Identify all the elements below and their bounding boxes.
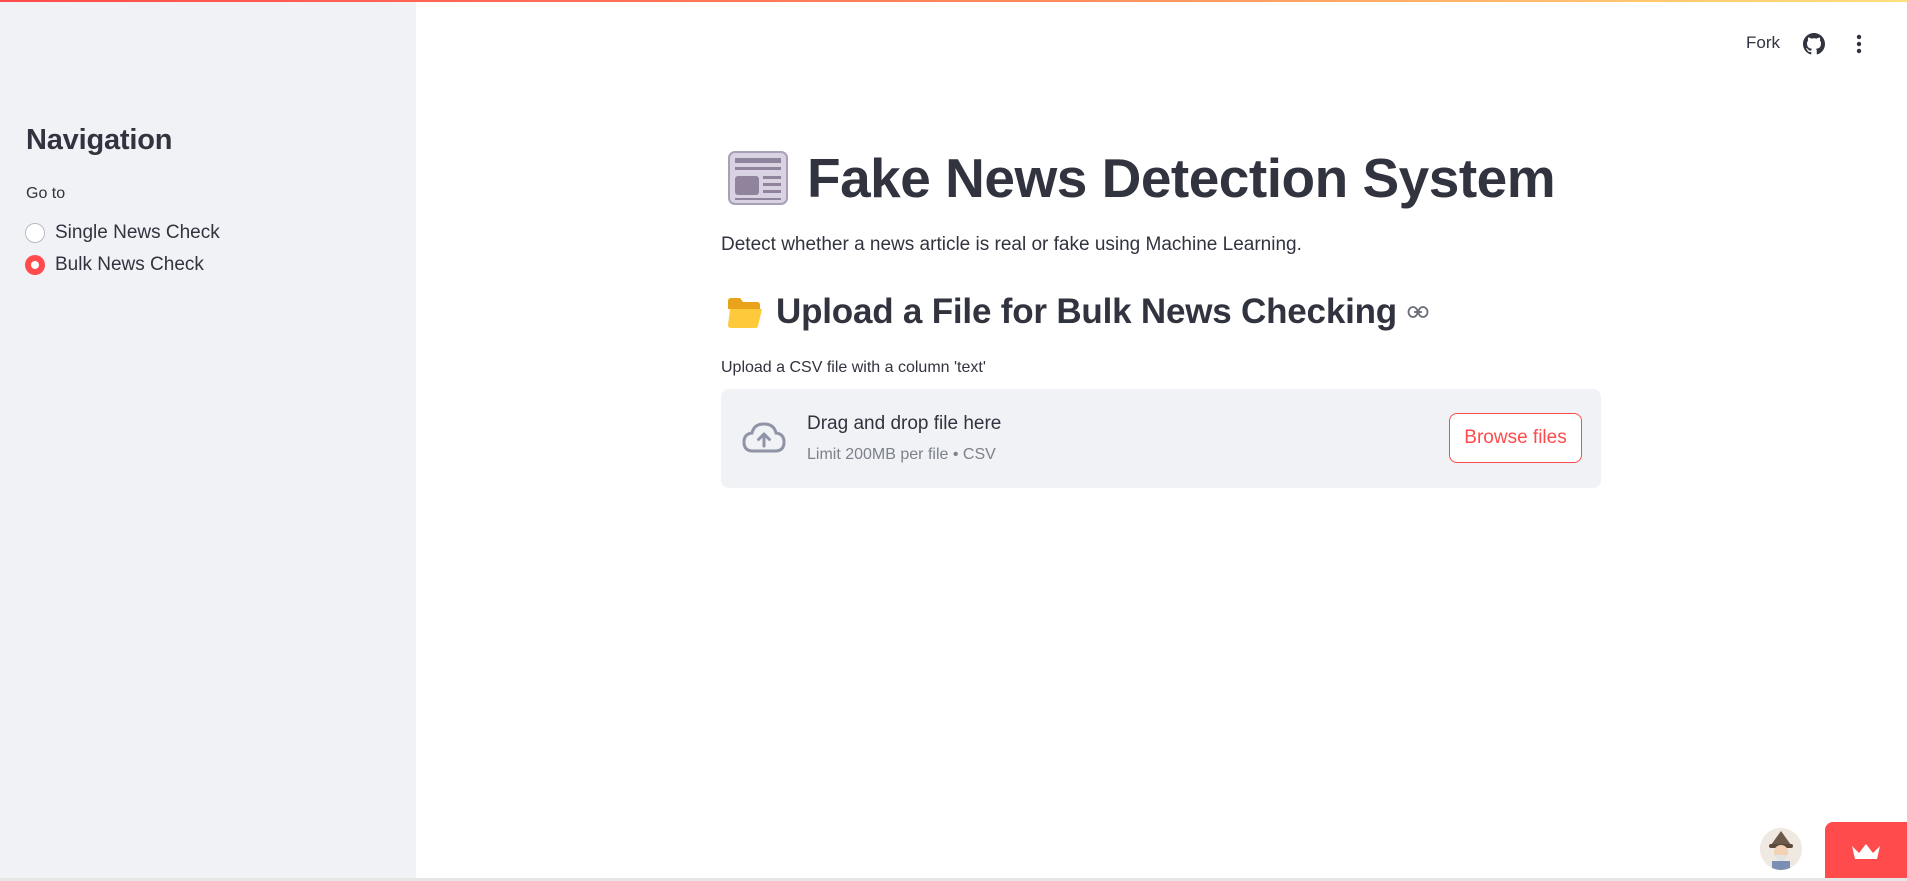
sidebar-title: Navigation	[26, 124, 173, 156]
page-title-row: Fake News Detection System	[727, 146, 1556, 210]
radio-option-label: Single News Check	[55, 222, 220, 243]
page-subtitle: Detect whether a news article is real or…	[721, 234, 1302, 255]
sidebar: Navigation Go to Single News Check Bulk …	[0, 0, 416, 881]
top-accent-bar	[0, 0, 1907, 2]
radio-option-single-news-check[interactable]: Single News Check	[25, 222, 220, 244]
radio-option-bulk-news-check[interactable]: Bulk News Check	[25, 254, 204, 276]
newspaper-icon	[728, 151, 788, 205]
fork-link[interactable]: Fork	[1746, 33, 1780, 53]
radio-button-unchecked[interactable]	[25, 223, 45, 243]
crown-button[interactable]	[1825, 822, 1907, 881]
github-icon[interactable]	[1803, 33, 1825, 55]
wizard-avatar-icon[interactable]	[1760, 828, 1802, 870]
cloud-upload-icon	[742, 422, 786, 453]
page-title: Fake News Detection System	[807, 147, 1556, 209]
file-uploader-label: Upload a CSV file with a column 'text'	[721, 359, 986, 376]
link-icon[interactable]	[1407, 305, 1429, 319]
section-heading-row: Upload a File for Bulk News Checking	[726, 292, 1429, 332]
dropzone-instructions: Drag and drop file here	[807, 413, 1002, 434]
open-folder-icon	[728, 298, 762, 328]
radio-button-checked[interactable]	[25, 255, 45, 275]
kebab-menu-icon[interactable]	[1849, 33, 1869, 55]
section-heading: Upload a File for Bulk News Checking	[776, 292, 1397, 331]
radio-group-label: Go to	[26, 185, 66, 202]
file-dropzone[interactable]: Drag and drop file here Limit 200MB per …	[721, 389, 1601, 488]
dropzone-limit-text: Limit 200MB per file • CSV	[807, 446, 996, 463]
crown-icon	[1852, 843, 1880, 859]
browse-files-button[interactable]: Browse files	[1449, 413, 1582, 463]
radio-option-label: Bulk News Check	[55, 254, 204, 275]
